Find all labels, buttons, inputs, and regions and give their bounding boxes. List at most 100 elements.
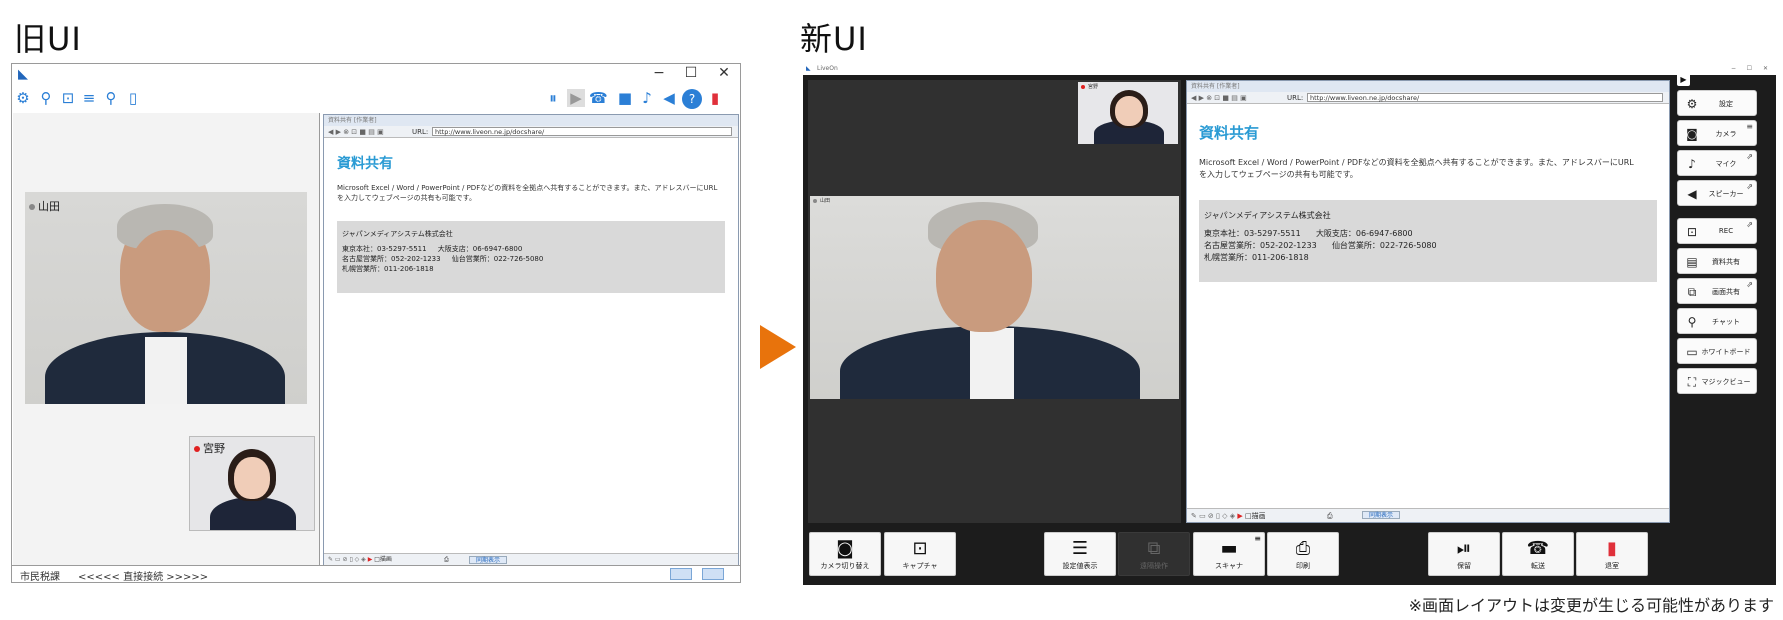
play-icon[interactable]: ▶	[567, 89, 585, 107]
mic-icon[interactable]: ♪	[638, 89, 656, 107]
self-view-thumbnail: 宮野	[1078, 82, 1178, 144]
doc-url-bar: ◀ ▶ ⊗ ⊡ ■ ▤ ▣ URL: http://www.liveon.ne.…	[1187, 92, 1669, 104]
doc-url-bar: ◀ ▶ ⊗ ⊡ ■ ▤ ▣ URL: http://www.liveon.ne.…	[324, 126, 738, 138]
thumbnail-name: 宮野	[1081, 83, 1098, 90]
maximize-button[interactable]: ☐	[1747, 63, 1752, 75]
minimize-button[interactable]: −	[1731, 63, 1736, 75]
layout-change-note: ※画面レイアウトは変更が生じる可能性があります	[1408, 596, 1774, 615]
main-participant-name: 山田	[813, 197, 830, 204]
close-button[interactable]: ✕	[709, 65, 739, 81]
url-label: URL:	[1287, 94, 1304, 102]
speaker-button[interactable]: ◀ スピーカー ⇗	[1677, 180, 1757, 206]
camera-button[interactable]: ◙ カメラ ≡	[1677, 120, 1757, 146]
print-button[interactable]: ⎙ 印刷	[1267, 532, 1339, 576]
rec-button[interactable]: ⊡ REC ⇗	[1677, 218, 1757, 244]
screen-share-button[interactable]: ⧉ 画面共有 ⇗	[1677, 278, 1757, 304]
hold-button[interactable]: ⏯ 保留	[1428, 532, 1500, 576]
sync-display-button[interactable]: 同期表示	[1362, 511, 1401, 519]
self-view-video: 宮野	[189, 436, 315, 531]
pause-icon: ⏯	[1456, 538, 1472, 559]
camera-switch-icon: ◙	[836, 538, 854, 559]
doc-heading: 資料共有	[337, 156, 393, 172]
old-titlebar: ◣ − ☐ ✕	[12, 64, 740, 86]
search-icon[interactable]: ⚲	[37, 89, 55, 107]
draw-checkbox[interactable]: □描画	[374, 556, 392, 563]
url-input[interactable]: http://www.liveon.ne.jp/docshare/	[432, 127, 732, 136]
doc-footer-toolbar: ✎ ▭ ⊘ ▯ ◇ ◈ ▶ □描画 ⎙ 同期表示	[1187, 508, 1669, 522]
doc-window-title: 資料共有 [作業者]	[324, 115, 738, 126]
app-logo-icon: ◣	[18, 67, 28, 82]
menu-icon[interactable]: ≡	[1254, 534, 1261, 543]
status-grid-icon[interactable]	[702, 568, 724, 580]
old-video-area: 山田 宮野	[13, 113, 320, 567]
new-titlebar: ◣ LiveOn − ☐ ✕	[803, 63, 1776, 75]
chat-button[interactable]: ⚲ チャット	[1677, 308, 1757, 334]
exit-icon[interactable]: ▮	[706, 89, 724, 107]
list-icon: ☰	[1071, 538, 1089, 559]
new-ui-window: ◣ LiveOn − ☐ ✕ 宮野 山田 資料共有 [作業者] ◀ ▶ ⊗ ⊡ …	[803, 63, 1776, 585]
remote-operation-icon: ⧉	[1147, 538, 1161, 559]
capture-button[interactable]: ⊡ キャプチャ	[884, 532, 956, 576]
external-link-icon[interactable]: ⇗	[1746, 182, 1753, 191]
doc-description: Microsoft Excel / Word / PowerPoint / PD…	[337, 184, 718, 203]
app-logo-icon: ◣	[806, 65, 811, 72]
participant-name-main: 山田	[29, 198, 60, 214]
exit-icon: ▮	[1607, 538, 1617, 559]
settings-button[interactable]: ⚙ 設定	[1677, 90, 1757, 116]
print-icon: ⎙	[1295, 538, 1311, 559]
sync-display-button[interactable]: 同期表示	[469, 556, 508, 564]
old-document-share-panel: 資料共有 [作業者] ◀ ▶ ⊗ ⊡ ■ ▤ ▣ URL: http://www…	[323, 114, 739, 566]
magnify-icon[interactable]: ⚲	[102, 89, 120, 107]
old-ui-heading: 旧UI	[14, 20, 82, 58]
pause-icon[interactable]: ⏸	[544, 89, 562, 107]
collapse-panel-button[interactable]: ▶	[1677, 73, 1690, 86]
doc-footer-toolbar: ✎ ▭ ⊘ ▯ ◇ ◈ ▶ □描画 ⎙ 同期表示	[324, 553, 738, 565]
magic-view-button[interactable]: ⛶ マジックビュー	[1677, 368, 1757, 394]
minimize-button[interactable]: −	[644, 65, 674, 81]
video-camera-icon[interactable]: ■	[616, 89, 634, 107]
status-department: 市民税課	[20, 572, 60, 583]
doc-heading: 資料共有	[1199, 124, 1260, 142]
doc-description: Microsoft Excel / Word / PowerPoint / PD…	[1199, 158, 1634, 179]
status-layout-icon[interactable]	[670, 568, 692, 580]
transfer-phone-icon: ☎	[1526, 538, 1550, 559]
external-link-icon[interactable]: ⇗	[1746, 220, 1753, 229]
participant-name-self: 宮野	[194, 440, 225, 456]
remote-operation-button[interactable]: ⧉ 遠隔操作	[1118, 532, 1190, 576]
settings-display-button[interactable]: ☰ 設定値表示	[1044, 532, 1116, 576]
print-icon[interactable]: ⎙	[1327, 509, 1333, 523]
new-ui-heading: 新UI	[800, 20, 868, 58]
main-participant-video: 山田	[25, 192, 307, 404]
old-toolbar: ⚙ ⚲ ⊡ ≡ ⚲ ▯ ⏸ ▶ ☎ ■ ♪ ◀ ? ▮	[12, 86, 740, 110]
main-participant-video: 山田	[810, 196, 1179, 399]
doc-window-title: 資料共有 [作業者]	[1187, 81, 1669, 92]
scanner-button[interactable]: ▬ スキャナ ≡	[1193, 532, 1265, 576]
company-info-box: ジャパンメディアシステム株式会社 東京本社：03-5297-5511 大阪支店：…	[337, 221, 725, 294]
new-video-area: 宮野 山田	[808, 80, 1181, 523]
maximize-button[interactable]: ☐	[676, 65, 706, 81]
exit-button[interactable]: ▮ 退室	[1576, 532, 1648, 576]
document-share-button[interactable]: ▤ 資料共有	[1677, 248, 1757, 274]
transfer-button[interactable]: ☎ 転送	[1502, 532, 1574, 576]
external-link-icon[interactable]: ⇗	[1746, 280, 1753, 289]
old-ui-window: ◣ − ☐ ✕ ⚙ ⚲ ⊡ ≡ ⚲ ▯ ⏸ ▶ ☎ ■ ♪ ◀ ? ▮ 山田 宮…	[11, 63, 741, 583]
external-link-icon[interactable]: ⇗	[1746, 152, 1753, 161]
menu-icon[interactable]: ≡	[1746, 122, 1753, 131]
mic-button[interactable]: ♪ マイク ⇗	[1677, 150, 1757, 176]
old-status-bar: 市民税課 <<<<< 直接接続 >>>>>	[12, 565, 740, 583]
document-icon[interactable]: ▯	[124, 89, 142, 107]
stats-icon[interactable]: ≡	[80, 89, 98, 107]
new-document-share-panel: 資料共有 [作業者] ◀ ▶ ⊗ ⊡ ■ ▤ ▣ URL: http://www…	[1186, 80, 1670, 523]
help-icon[interactable]: ?	[682, 89, 702, 109]
speaker-icon[interactable]: ◀	[660, 89, 678, 107]
phone-icon[interactable]: ☎	[589, 89, 608, 107]
whiteboard-button[interactable]: ▭ ホワイトボード	[1677, 338, 1757, 364]
gear-icon[interactable]: ⚙	[14, 89, 32, 107]
company-info-box: ジャパンメディアシステム株式会社 東京本社：03-5297-5511 大阪支店：…	[1199, 200, 1657, 283]
draw-checkbox[interactable]: □描画	[1245, 512, 1266, 520]
bookmark-icon[interactable]: ⊡	[59, 89, 77, 107]
camera-switch-button[interactable]: ◙ カメラ切り替え	[809, 532, 881, 576]
url-input[interactable]: http://www.liveon.ne.jp/docshare/	[1307, 93, 1663, 102]
close-button[interactable]: ✕	[1763, 63, 1768, 75]
url-label: URL:	[412, 128, 429, 136]
